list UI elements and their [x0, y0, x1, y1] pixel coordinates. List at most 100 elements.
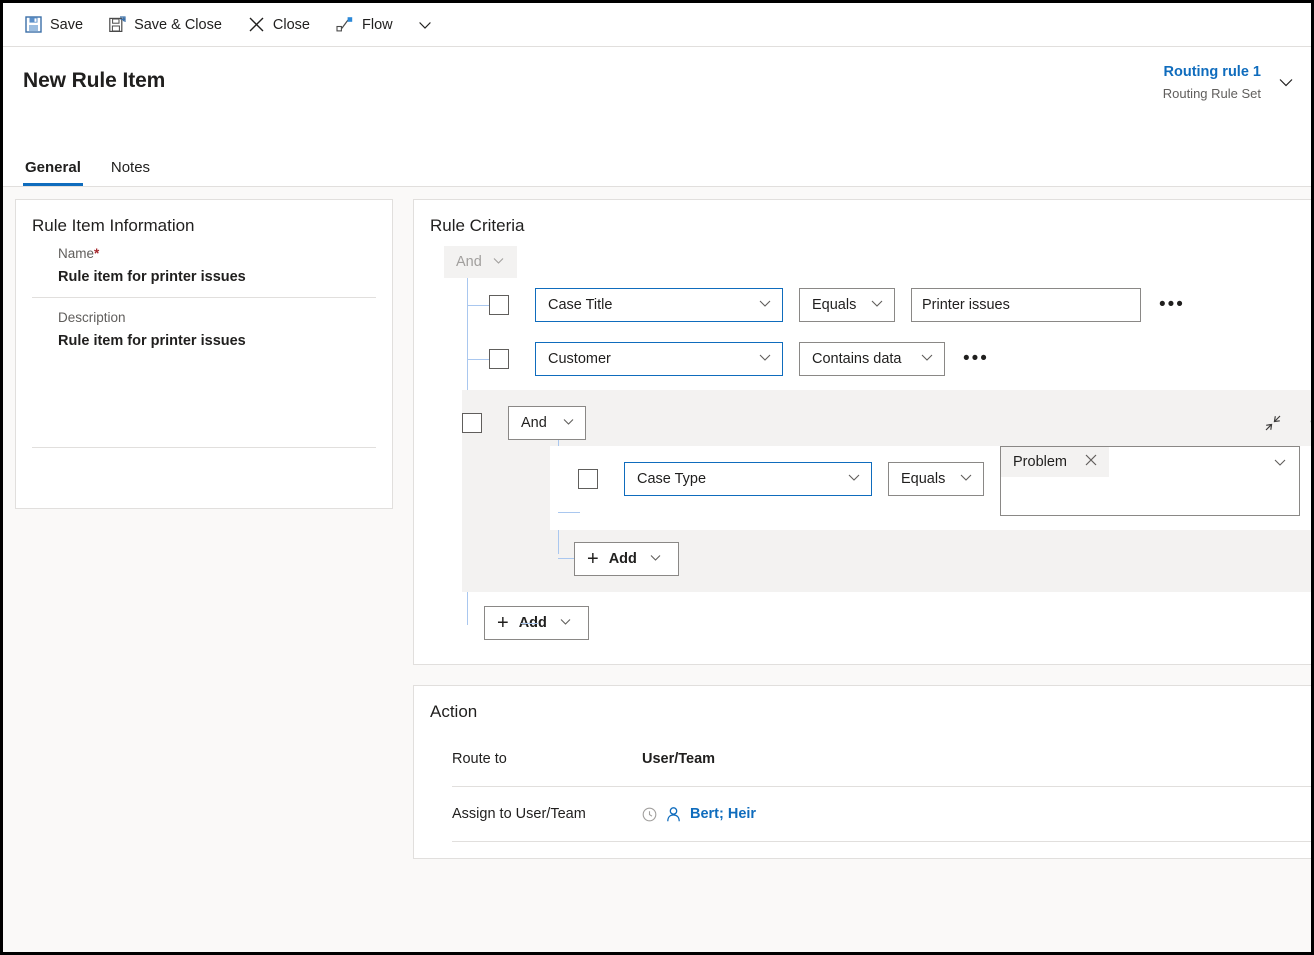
- criteria-row-more-button[interactable]: •••: [963, 349, 989, 368]
- plus-icon: +: [587, 547, 599, 570]
- record-expand-button[interactable]: [1277, 73, 1295, 96]
- assign-to-label: Assign to User/Team: [452, 806, 586, 822]
- save-button-label: Save: [50, 16, 84, 33]
- close-button[interactable]: Close: [238, 8, 320, 42]
- collapse-icon[interactable]: [1264, 414, 1282, 432]
- criteria-operator-dropdown[interactable]: Contains data: [799, 342, 945, 376]
- flow-button[interactable]: Flow: [326, 8, 403, 42]
- assign-to-lookup[interactable]: Bert; Heir: [642, 806, 756, 823]
- criteria-row-checkbox[interactable]: [489, 349, 509, 369]
- chevron-down-icon: [559, 615, 572, 632]
- criteria-value-input[interactable]: Printer issues: [911, 288, 1141, 322]
- chevron-down-icon: [649, 551, 662, 568]
- flow-button-label: Flow: [362, 16, 393, 33]
- chevron-down-icon: [847, 470, 861, 488]
- chevron-down-icon: [417, 17, 433, 33]
- required-indicator: *: [94, 246, 100, 261]
- field-divider: [32, 297, 376, 298]
- form-header: New Rule Item Routing rule 1 Routing Rul…: [3, 47, 1311, 187]
- rule-item-information-title: Rule Item Information: [32, 216, 195, 235]
- rule-criteria-panel: Rule Criteria And Case Title Equals Prin…: [413, 199, 1311, 665]
- group-add-button[interactable]: + Add: [574, 542, 679, 576]
- chevron-down-icon: [870, 296, 884, 314]
- flow-icon: [336, 16, 354, 33]
- chevron-down-icon: [959, 470, 973, 488]
- criteria-operator-label: Equals: [812, 297, 857, 313]
- tab-general[interactable]: General: [23, 153, 83, 186]
- criteria-group-tools: •••: [1264, 413, 1311, 432]
- close-x-icon: [248, 16, 265, 33]
- action-panel: Action Route to User/Team Assign to User…: [413, 685, 1311, 859]
- command-bar: Save Save & Close Close Flow: [3, 3, 1311, 47]
- criteria-row: Customer Contains data •••: [430, 332, 1311, 386]
- chevron-down-icon: [562, 415, 575, 432]
- root-operator-dropdown[interactable]: And: [444, 246, 517, 278]
- command-bar-overflow-button[interactable]: [409, 8, 441, 42]
- criteria-field-dropdown[interactable]: Customer: [535, 342, 783, 376]
- tree-stub-line: [467, 305, 489, 306]
- rule-item-information-panel: Rule Item Information Name* Rule item fo…: [15, 199, 393, 509]
- assign-to-value[interactable]: Bert; Heir: [690, 806, 756, 822]
- person-icon: [665, 806, 682, 823]
- criteria-operator-dropdown[interactable]: Equals: [799, 288, 895, 322]
- criteria-operator-dropdown[interactable]: Equals: [888, 462, 984, 496]
- tab-notes-label: Notes: [110, 159, 151, 176]
- remove-tag-icon[interactable]: [1085, 454, 1097, 470]
- group-stub-line: [558, 512, 580, 513]
- right-column: Rule Criteria And Case Title Equals Prin…: [413, 199, 1311, 859]
- criteria-value-text: Printer issues: [922, 297, 1010, 313]
- criteria-row-checkbox[interactable]: [489, 295, 509, 315]
- criteria-field-label: Case Title: [548, 297, 613, 313]
- group-add-button-label: Add: [608, 551, 637, 567]
- record-type-label: Routing Rule Set: [1162, 85, 1261, 101]
- record-context: Routing rule 1 Routing Rule Set: [1163, 63, 1295, 102]
- assign-to-row: Assign to User/Team Bert; Heir: [430, 787, 1311, 841]
- chevron-down-icon: [1273, 455, 1287, 474]
- criteria-field-dropdown[interactable]: Case Title: [535, 288, 783, 322]
- criteria-value-multiselect[interactable]: Problem: [1000, 446, 1300, 516]
- save-button[interactable]: Save: [15, 8, 93, 42]
- app-window: Save Save & Close Close Flow New Rule It…: [3, 3, 1311, 952]
- save-icon: [25, 16, 42, 33]
- form-tabs: General Notes: [23, 153, 178, 186]
- criteria-row-checkbox[interactable]: [578, 469, 598, 489]
- criteria-group-checkbox[interactable]: [462, 413, 482, 433]
- record-name-link[interactable]: Routing rule 1: [1163, 63, 1261, 83]
- chevron-down-icon: [492, 254, 505, 271]
- criteria-operator-label: Equals: [901, 471, 946, 487]
- close-button-label: Close: [272, 16, 310, 33]
- field-divider-bottom: [32, 447, 376, 448]
- selected-value-tag-label: Problem: [1013, 454, 1067, 470]
- criteria-field-label: Customer: [548, 351, 611, 367]
- criteria-operator-label: Contains data: [812, 351, 902, 367]
- route-to-value[interactable]: User/Team: [642, 751, 715, 767]
- action-divider-bottom: [452, 841, 1311, 842]
- plus-icon: +: [497, 611, 509, 634]
- tree-stub-line: [467, 359, 489, 360]
- name-field-value[interactable]: Rule item for printer issues: [58, 269, 376, 297]
- description-field-label: Description: [58, 310, 126, 325]
- description-field-value[interactable]: Rule item for printer issues: [58, 333, 376, 361]
- save-and-close-icon: [109, 16, 126, 33]
- criteria-row: Case Title Equals Printer issues •••: [430, 278, 1311, 332]
- group-operator-dropdown[interactable]: And: [508, 406, 586, 440]
- name-field-label: Name*: [58, 246, 376, 261]
- criteria-row-more-button[interactable]: •••: [1159, 295, 1185, 314]
- description-field: Description Rule item for printer issues: [32, 310, 376, 447]
- name-label-text: Name: [58, 246, 95, 261]
- tab-general-label: General: [25, 159, 81, 176]
- criteria-group-header: And: [462, 400, 1311, 446]
- criteria-field-dropdown[interactable]: Case Type: [624, 462, 872, 496]
- recent-items-icon[interactable]: [642, 807, 657, 822]
- root-add-row: + Add: [484, 606, 1311, 640]
- chevron-down-icon: [758, 296, 772, 314]
- group-add-row: + Add: [574, 542, 1311, 576]
- chevron-down-icon: [1277, 78, 1295, 95]
- form-body: Rule Item Information Name* Rule item fo…: [3, 187, 1311, 952]
- criteria-group-more-button[interactable]: •••: [1310, 413, 1311, 432]
- group-add-stub-line: [558, 558, 574, 559]
- save-and-close-button[interactable]: Save & Close: [99, 8, 232, 42]
- route-to-label: Route to: [452, 751, 507, 767]
- criteria-tree: Case Title Equals Printer issues ••• Cus…: [430, 278, 1311, 640]
- tab-notes[interactable]: Notes: [109, 153, 152, 186]
